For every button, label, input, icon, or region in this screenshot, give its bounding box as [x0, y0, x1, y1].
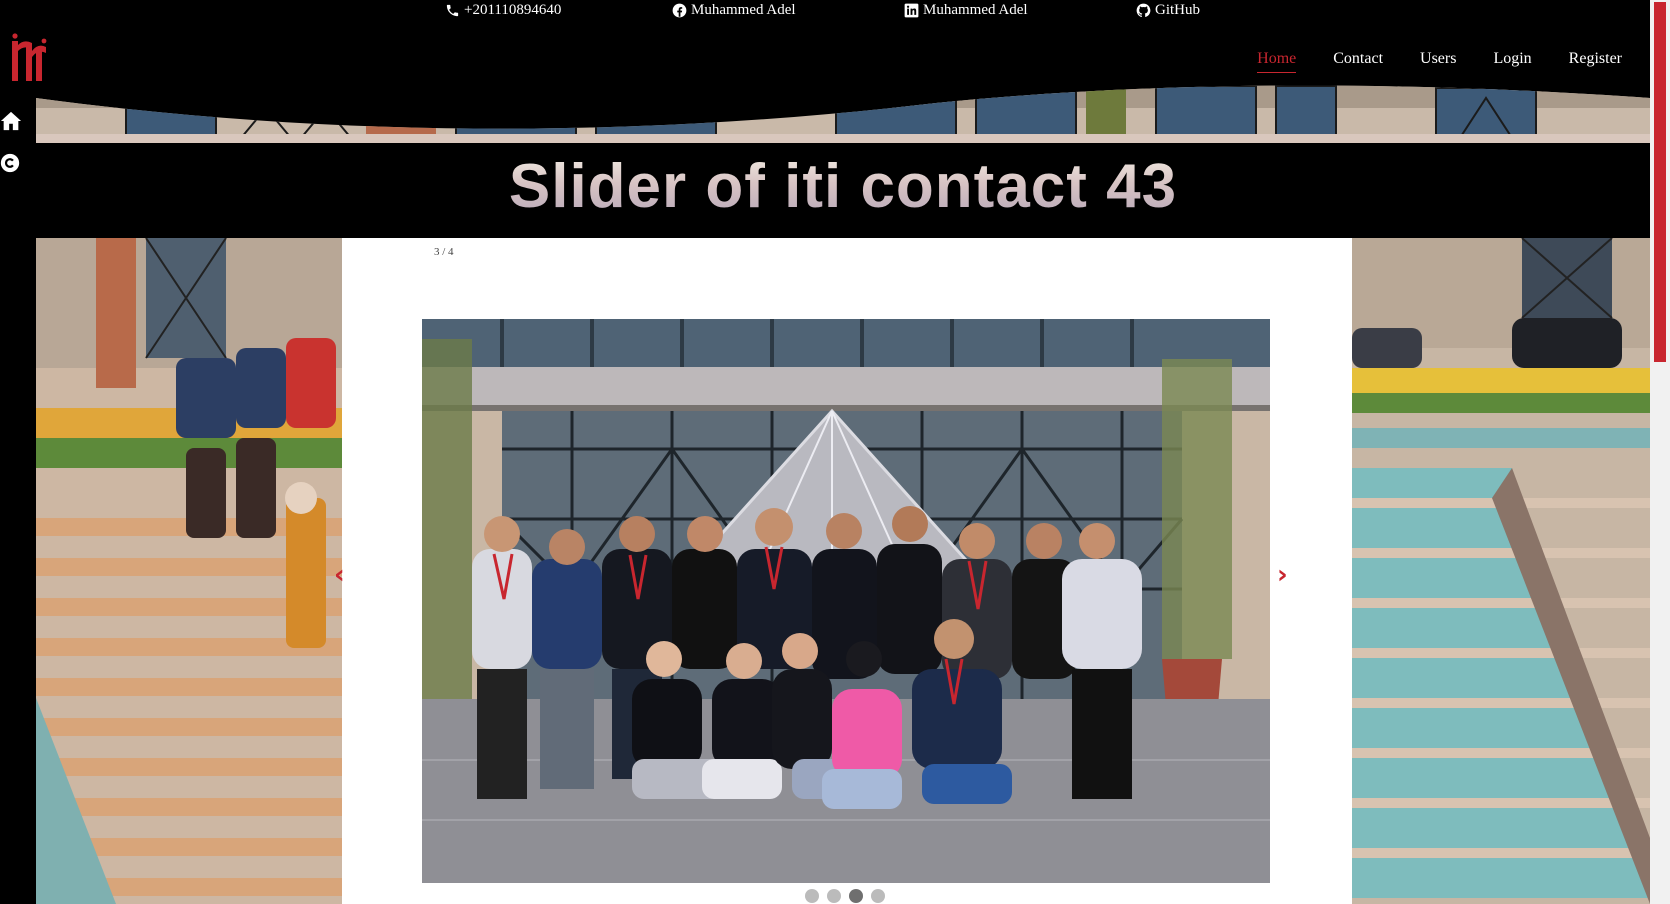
slide-dot-2[interactable] — [827, 889, 841, 903]
slide-counter: 3 / 4 — [434, 246, 454, 258]
github-link[interactable]: GitHub — [1136, 2, 1200, 19]
scrollbar-thumb[interactable] — [1654, 2, 1666, 362]
prev-arrow[interactable]: ‹ — [334, 560, 345, 590]
nav-users[interactable]: Users — [1420, 50, 1456, 73]
linkedin-link[interactable]: Muhammed Adel — [904, 2, 1028, 19]
phone-icon — [446, 4, 459, 17]
nav-home[interactable]: Home — [1257, 50, 1297, 73]
next-slide-image — [1352, 238, 1650, 904]
title-band: Slider of iti contact 43 — [36, 143, 1650, 238]
prev-slide-image — [36, 238, 342, 904]
phone-text: +201110894640 — [464, 2, 562, 18]
slide-dots — [805, 889, 885, 903]
nav-contact[interactable]: Contact — [1333, 50, 1383, 73]
github-icon — [1136, 3, 1151, 18]
active-slide: 3 / 4 ‹ › — [334, 238, 1352, 904]
main-nav: Home Contact Users Login Register — [1220, 50, 1622, 73]
iti-logo[interactable] — [12, 33, 48, 83]
page-title: Slider of iti contact 43 — [36, 151, 1650, 222]
phone-link[interactable]: +201110894640 — [445, 2, 561, 19]
facebook-text: Muhammed Adel — [691, 2, 796, 18]
group-photo — [422, 319, 1270, 883]
next-arrow[interactable]: › — [1277, 560, 1288, 590]
nav-register[interactable]: Register — [1569, 50, 1622, 73]
copyright-icon[interactable] — [0, 153, 20, 173]
facebook-icon — [672, 3, 687, 18]
slide-dot-4[interactable] — [871, 889, 885, 903]
linkedin-icon — [904, 3, 919, 18]
home-icon[interactable] — [0, 110, 22, 132]
contact-bar: +201110894640 Muhammed Adel Muhammed Ade… — [0, 0, 1650, 26]
header-banner-image — [36, 85, 1650, 144]
slide-dot-1[interactable] — [805, 889, 819, 903]
github-text: GitHub — [1155, 2, 1200, 18]
slide-dot-3[interactable] — [849, 889, 863, 903]
nav-login[interactable]: Login — [1493, 50, 1531, 73]
facebook-link[interactable]: Muhammed Adel — [672, 2, 796, 19]
linkedin-text: Muhammed Adel — [923, 2, 1028, 18]
